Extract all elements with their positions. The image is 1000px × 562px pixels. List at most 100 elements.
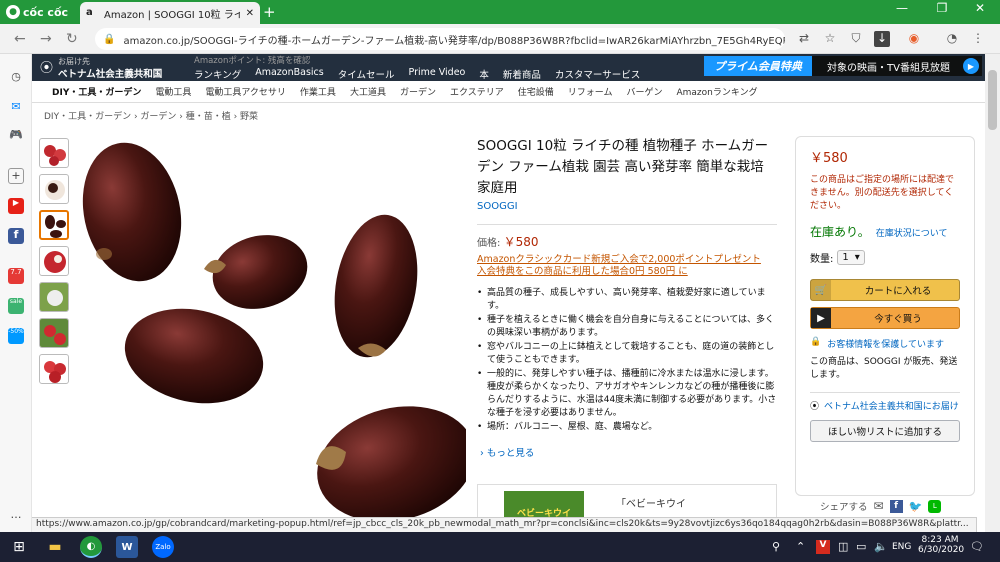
profile-icon[interactable]: ◔ (944, 31, 960, 47)
secure-info[interactable]: 🔒 お客様情報を保護しています (810, 337, 960, 350)
nav-diy[interactable]: DIY・工具・ガーデン (52, 85, 141, 98)
chevron-up-icon[interactable]: ⌃ (796, 540, 805, 553)
nav-exterior[interactable]: エクステリア (450, 85, 504, 98)
promo-line-2: 入会特典をこの商品に利用した場合0円 580円 に (477, 266, 688, 277)
buy-now-button[interactable]: ▶ 今すぐ買う (810, 307, 960, 329)
nav-reform[interactable]: リフォーム (568, 85, 613, 98)
deliver-location[interactable]: ベトナム社会主義共和国 (58, 66, 162, 80)
word-icon[interactable]: W (116, 536, 138, 558)
youtube-icon[interactable]: ▶ (8, 198, 24, 214)
dropdown-arrow-icon: ▾ (854, 252, 860, 263)
file-explorer-icon[interactable]: ▬ (44, 536, 66, 558)
prime-video-banner[interactable]: 対象の映画・TV番組見放題 ▶ (812, 56, 982, 76)
discount-icon[interactable]: -50% (8, 328, 24, 344)
prime-banner[interactable]: プライム会員特典 (704, 56, 812, 76)
nav-garden[interactable]: ガーデン (400, 85, 436, 98)
add-sidebar-icon[interactable]: + (8, 168, 24, 184)
extension-icon[interactable]: ◉ (906, 31, 922, 47)
top-link-primevideo[interactable]: Prime Video (409, 67, 466, 81)
nav-carpentry-tools[interactable]: 大工道具 (350, 85, 386, 98)
top-link-books[interactable]: 本 (479, 67, 489, 81)
download-icon[interactable]: ↓ (874, 31, 890, 47)
email-icon[interactable]: ✉ (874, 499, 884, 513)
top-link-new[interactable]: 新着商品 (503, 67, 541, 81)
back-icon[interactable]: ← (14, 31, 26, 47)
top-link-ranking[interactable]: ランキング (194, 67, 241, 81)
shield-icon[interactable]: ⛉ (848, 31, 864, 47)
promo-icon[interactable]: sale (8, 298, 24, 314)
clock-time: 8:23 AM (921, 535, 959, 545)
top-link-amazonbasics[interactable]: AmazonBasics (255, 67, 324, 81)
ad-text[interactable]: 「ベビーキウイ (616, 495, 686, 510)
windows-taskbar: ⊞ ▬ ◐ W Zalo ⚲ ⌃ V ◫ ▭ 🔈 ENG 8:23 AM 6/3… (0, 532, 1000, 562)
points-hint[interactable]: Amazonポイント: 残高を確認 (194, 54, 310, 66)
notifications-icon[interactable]: 🗨 (970, 540, 984, 553)
minimize-icon[interactable]: — (888, 1, 916, 15)
line-icon[interactable]: L (928, 499, 942, 513)
thumbnail[interactable] (39, 354, 69, 384)
see-more-link[interactable]: › もっと見る (480, 445, 534, 459)
history-icon[interactable]: ◷ (8, 70, 24, 86)
deliver-to-link[interactable]: ⦿ ベトナム社会主義共和国にお届け (810, 399, 960, 412)
top-link-customer-service[interactable]: カスタマーサービス (555, 67, 640, 81)
maximize-icon[interactable]: ❐ (928, 1, 956, 15)
facebook-icon[interactable]: f (889, 499, 903, 513)
nav-housing-equipment[interactable]: 住宅設備 (518, 85, 554, 98)
bookmark-star-icon[interactable]: ☆ (822, 31, 838, 47)
quantity-select[interactable]: 1 ▾ (837, 250, 865, 265)
add-to-cart-button[interactable]: 🛒 カートに入れる (810, 279, 960, 301)
coccoc-logo[interactable]: ● cốc cốc (6, 3, 68, 21)
forward-icon[interactable]: → (40, 31, 52, 47)
product-main-image[interactable] (76, 134, 466, 532)
new-tab-icon[interactable]: + (263, 3, 276, 21)
camera-icon[interactable]: ◫ (838, 540, 848, 553)
more-icon[interactable]: … (8, 508, 24, 524)
buy-now-label: 今すぐ買う (874, 314, 922, 325)
nav-work-tools[interactable]: 作業工具 (300, 85, 336, 98)
volume-icon[interactable]: 🔈 (874, 540, 888, 553)
thumbnail[interactable] (39, 246, 69, 276)
nav-power-tools[interactable]: 電動工具 (155, 85, 191, 98)
url-input[interactable]: 🔒 amazon.co.jp/SOOGGI-ライチの種-ホームガーデン-ファーム… (95, 28, 785, 50)
tab-title: Amazon | SOOGGI 10粒 ライチ (104, 9, 240, 21)
close-tab-icon[interactable]: ✕ (246, 8, 254, 19)
product-title-block: SOOGGI 10粒 ライチの種 植物種子 ホームガーデン ファーム植栽 園芸 … (477, 136, 777, 225)
promo-line-1: Amazonクラシックカード新規ご入会で2,000ポイントプレゼント (477, 254, 761, 265)
language-indicator[interactable]: ENG (892, 542, 911, 552)
nav-bargain[interactable]: バーゲン (626, 85, 662, 98)
nav-amazon-ranking[interactable]: Amazonランキング (676, 85, 757, 98)
thumbnail-selected[interactable] (39, 210, 69, 240)
menu-icon[interactable]: ⋮ (970, 31, 986, 47)
thumbnail[interactable] (39, 282, 69, 312)
zalo-icon[interactable]: Zalo (152, 536, 174, 558)
wishlist-button[interactable]: ほしい物リストに追加する (810, 420, 960, 442)
clock[interactable]: 8:23 AM 6/30/2020 (918, 535, 964, 555)
nav-power-tool-accessories[interactable]: 電動工具アクセサリ (205, 85, 286, 98)
messenger-icon[interactable]: ✉ (8, 100, 24, 116)
thumbnail[interactable] (39, 138, 69, 168)
divider (810, 392, 960, 393)
twitter-icon[interactable]: 🐦 (909, 500, 923, 513)
close-window-icon[interactable]: ✕ (966, 1, 994, 15)
brand-link[interactable]: SOOGGI (477, 201, 777, 212)
windows-start-icon[interactable]: ⊞ (8, 536, 30, 558)
people-icon[interactable]: ⚲ (772, 540, 780, 553)
browser-tab-bar: ● cốc cốc a Amazon | SOOGGI 10粒 ライチ ✕ + … (0, 0, 1000, 24)
browser-tab[interactable]: a Amazon | SOOGGI 10粒 ライチ ✕ (80, 2, 260, 24)
thumbnail[interactable] (39, 174, 69, 204)
top-link-timesale[interactable]: タイムセール (338, 67, 395, 81)
network-icon[interactable]: ▭ (856, 540, 866, 553)
thumbnail[interactable] (39, 318, 69, 348)
shopping-icon[interactable]: 7.7 (8, 268, 24, 284)
stock-info-link[interactable]: 在庫状況について (876, 226, 948, 239)
card-promo[interactable]: Amazonクラシックカード新規ご入会で2,000ポイントプレゼント 入会特典を… (477, 254, 777, 278)
facebook-icon[interactable]: f (8, 228, 24, 244)
scrollbar-thumb[interactable] (988, 70, 997, 130)
antivirus-icon[interactable]: V (816, 540, 830, 554)
coccoc-taskbar-icon[interactable]: ◐ (80, 536, 102, 558)
translate-icon[interactable]: ⇄ (796, 31, 812, 47)
breadcrumb[interactable]: DIY・工具・ガーデン › ガーデン › 種・苗・植 › 野菜 (44, 109, 258, 122)
games-icon[interactable]: 🎮 (8, 128, 24, 144)
reload-icon[interactable]: ↻ (66, 31, 78, 47)
location-pin-icon: ⦿ (40, 61, 54, 76)
